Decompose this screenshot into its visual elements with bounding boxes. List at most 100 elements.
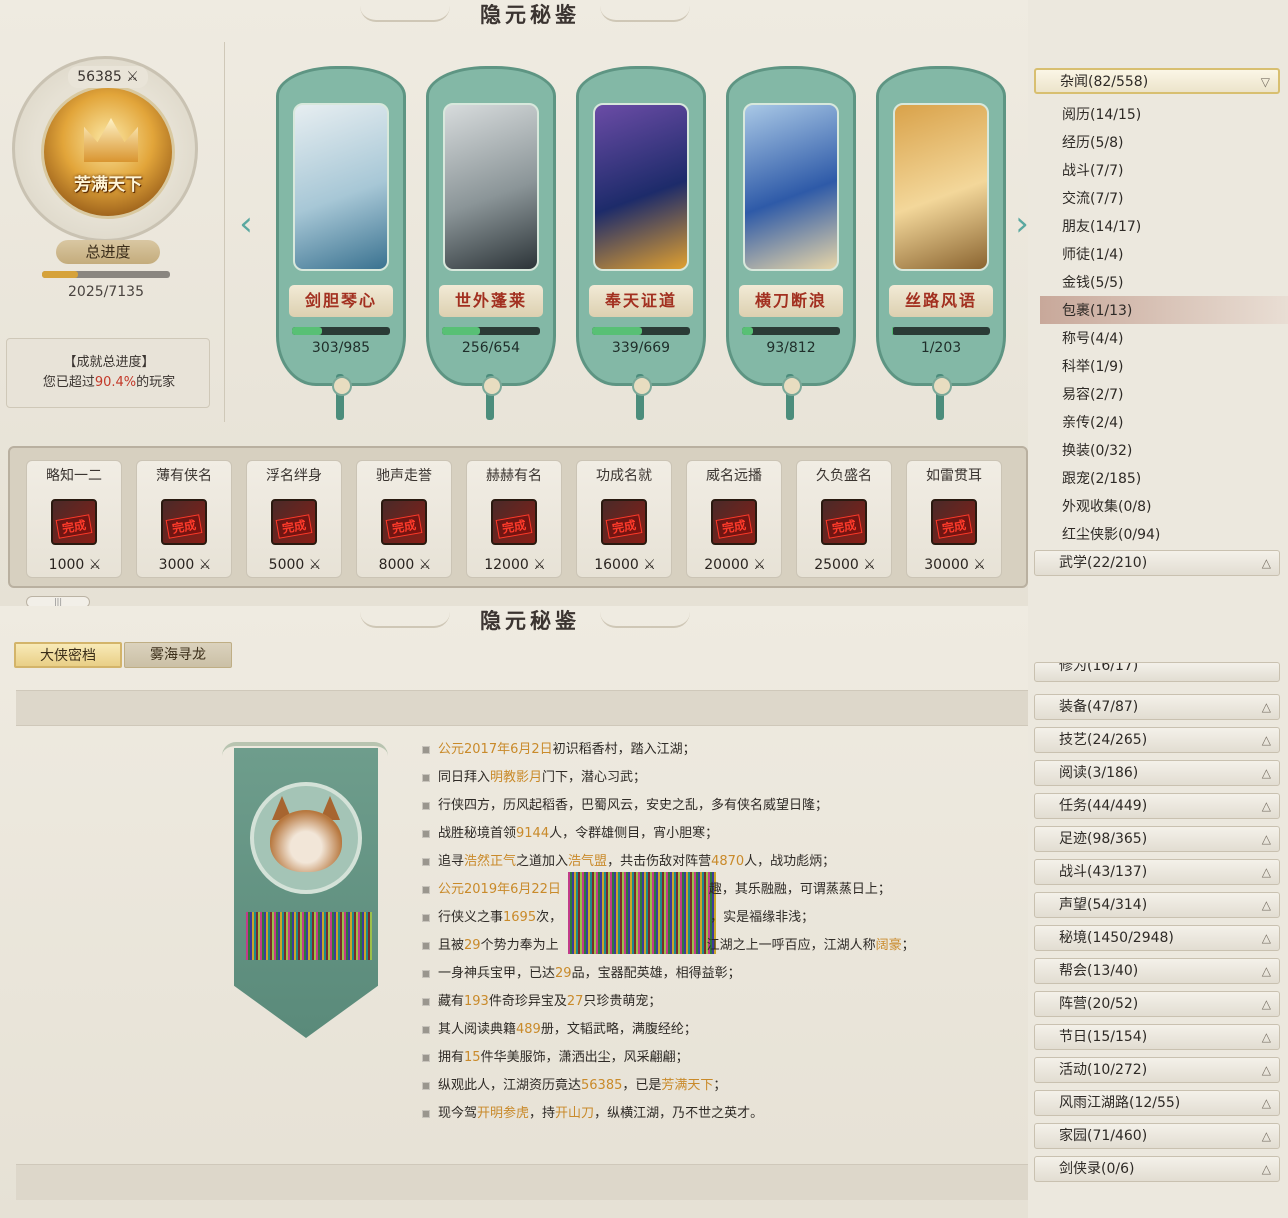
crown-icon xyxy=(84,118,138,162)
category-label: 活动(10/272) xyxy=(1059,1062,1148,1078)
medal-title: 芳满天下 xyxy=(74,175,142,195)
achievement-card[interactable]: 威名远播 完成 20000 ⚔ xyxy=(686,460,782,578)
banner-card[interactable]: 横刀断浪 93/812 xyxy=(726,66,856,386)
glitch-overlay xyxy=(246,912,372,960)
category-subitem[interactable]: 包裹(1/13) xyxy=(1062,300,1132,320)
achievement-icon: 完成 xyxy=(931,499,977,545)
category-header[interactable]: 阅读(3/186) △ xyxy=(1034,760,1280,786)
category-header-martial[interactable]: 武学(22/210) △ xyxy=(1034,550,1280,576)
bio-text: ，共击伤敌对阵营 xyxy=(607,854,712,869)
category-header[interactable]: 装备(47/87) △ xyxy=(1034,694,1280,720)
banner-name: 横刀断浪 xyxy=(739,285,843,317)
bio-line: 现今驾开明参虎，持开山刀，纵横江湖，乃不世之英才。 xyxy=(422,1102,763,1121)
achievement-card[interactable]: 功成名就 完成 16000 ⚔ xyxy=(576,460,672,578)
tassel-icon xyxy=(332,374,352,420)
banner-progress-fill xyxy=(592,327,642,335)
achievement-card[interactable]: 浮名绊身 完成 5000 ⚔ xyxy=(246,460,342,578)
category-subitem[interactable]: 战斗(7/7) xyxy=(1062,160,1123,180)
medal-emblem: 芳满天下 xyxy=(41,85,175,219)
category-header-partial[interactable]: 修为(16/17) xyxy=(1034,662,1280,682)
achievement-card[interactable]: 略知一二 完成 1000 ⚔ xyxy=(26,460,122,578)
achievement-icon: 完成 xyxy=(821,499,867,545)
category-subitem[interactable]: 称号(4/4) xyxy=(1062,328,1123,348)
highlight-text: 29 xyxy=(464,938,481,953)
bio-text: 个势力奉为上 xyxy=(480,938,559,953)
scroll-rod-top xyxy=(16,690,1028,726)
category-header[interactable]: 阵营(20/52) △ xyxy=(1034,991,1280,1017)
achievement-card[interactable]: 久负盛名 完成 25000 ⚔ xyxy=(796,460,892,578)
category-header[interactable]: 风雨江湖路(12/55) △ xyxy=(1034,1090,1280,1116)
highlight-text: 193 xyxy=(464,994,489,1009)
category-header[interactable]: 秘境(1450/2948) △ xyxy=(1034,925,1280,951)
bio-text: ； xyxy=(713,1078,727,1093)
chevron-up-icon: △ xyxy=(1261,832,1271,846)
banner-card[interactable]: 剑胆琴心 303/985 xyxy=(276,66,406,386)
banner-art xyxy=(293,103,389,271)
category-subitem[interactable]: 亲传(2/4) xyxy=(1062,412,1123,432)
category-header[interactable]: 家园(71/460) △ xyxy=(1034,1123,1280,1149)
banner-count: 256/654 xyxy=(461,340,521,356)
category-subitem[interactable]: 跟宠(2/185) xyxy=(1062,468,1141,488)
highlight-text: 27 xyxy=(566,994,584,1009)
category-header-misc[interactable]: 杂闻(82/558) ▽ xyxy=(1034,68,1280,94)
achievement-card[interactable]: 赫赫有名 完成 12000 ⚔ xyxy=(466,460,562,578)
category-subitem[interactable]: 交流(7/7) xyxy=(1062,188,1123,208)
achievement-card[interactable]: 如雷贯耳 完成 30000 ⚔ xyxy=(906,460,1002,578)
tassel-icon xyxy=(482,374,502,420)
category-subitem[interactable]: 科举(1/9) xyxy=(1062,356,1123,376)
banner-art xyxy=(743,103,839,271)
total-progress-fill xyxy=(42,271,79,278)
prev-arrow-icon[interactable]: ‹ xyxy=(236,200,256,248)
completed-stamp: 完成 xyxy=(935,514,973,539)
bio-text: ； xyxy=(901,938,915,953)
achievement-name: 功成名就 xyxy=(596,468,652,484)
achievement-stat-box: 【成就总进度】 您已超过90.4%的玩家 xyxy=(6,338,210,408)
banner-card[interactable]: 世外蓬莱 256/654 xyxy=(426,66,556,386)
tab-fog-sea-dragon[interactable]: 雾海寻龙 xyxy=(124,642,232,668)
achievement-icon: 完成 xyxy=(51,499,97,545)
banner-art xyxy=(443,103,539,271)
category-header[interactable]: 活动(10/272) △ xyxy=(1034,1057,1280,1083)
highlight-text: 公元2019年6月22日 xyxy=(438,882,561,897)
chevron-up-icon: △ xyxy=(1261,700,1271,714)
achievement-value: 12000 ⚔ xyxy=(484,557,546,573)
category-label: 足迹(98/365) xyxy=(1059,831,1148,847)
bio-text: 同日拜入 xyxy=(438,770,491,785)
category-header[interactable]: 声望(54/314) △ xyxy=(1034,892,1280,918)
chevron-up-icon: △ xyxy=(1261,1162,1271,1176)
banner-card[interactable]: 奉天证道 339/669 xyxy=(576,66,706,386)
bio-text: 之道加入 xyxy=(516,854,569,869)
bullet-icon xyxy=(422,969,430,978)
category-subitem[interactable]: 阅历(14/15) xyxy=(1062,104,1141,124)
category-subitem[interactable]: 朋友(14/17) xyxy=(1062,216,1141,236)
category-subitem[interactable]: 师徒(1/4) xyxy=(1062,244,1123,264)
bio-text: ，纵横江湖，乃不世之英才。 xyxy=(594,1106,764,1121)
category-subitem[interactable]: 易容(2/7) xyxy=(1062,384,1123,404)
achievement-icon: 完成 xyxy=(711,499,757,545)
bullet-icon xyxy=(422,773,430,782)
category-subitem[interactable]: 经历(5/8) xyxy=(1062,132,1123,152)
bullet-icon xyxy=(422,857,430,866)
category-header[interactable]: 剑侠录(0/6) △ xyxy=(1034,1156,1280,1182)
category-header[interactable]: 足迹(98/365) △ xyxy=(1034,826,1280,852)
banner-card[interactable]: 丝路风语 1/203 xyxy=(876,66,1006,386)
bio-text: 件华美服饰，潇洒出尘，风采翩翩； xyxy=(480,1050,689,1065)
highlight-text: 9144 xyxy=(516,826,550,841)
category-subitem[interactable]: 金钱(5/5) xyxy=(1062,272,1123,292)
category-subitem[interactable]: 红尘侠影(0/94) xyxy=(1062,524,1160,544)
category-subitem[interactable]: 换装(0/32) xyxy=(1062,440,1132,460)
achievement-card[interactable]: 驰声走誉 完成 8000 ⚔ xyxy=(356,460,452,578)
category-subitem[interactable]: 外观收集(0/8) xyxy=(1062,496,1151,516)
category-header[interactable]: 帮会(13/40) △ xyxy=(1034,958,1280,984)
achievement-icon: 完成 xyxy=(271,499,317,545)
bio-line: 行侠四方，历风起稻香，巴蜀风云，安史之乱，多有侠名威望日隆； xyxy=(422,794,828,813)
tab-hero-dossier[interactable]: 大侠密档 xyxy=(14,642,122,668)
category-header[interactable]: 技艺(24/265) △ xyxy=(1034,727,1280,753)
category-header[interactable]: 节日(15/154) △ xyxy=(1034,1024,1280,1050)
banner-progress-bar xyxy=(742,327,840,335)
category-header[interactable]: 任务(44/449) △ xyxy=(1034,793,1280,819)
bullet-icon xyxy=(422,885,430,894)
category-header[interactable]: 战斗(43/137) △ xyxy=(1034,859,1280,885)
achievement-icon: 完成 xyxy=(601,499,647,545)
achievement-card[interactable]: 薄有侠名 完成 3000 ⚔ xyxy=(136,460,232,578)
